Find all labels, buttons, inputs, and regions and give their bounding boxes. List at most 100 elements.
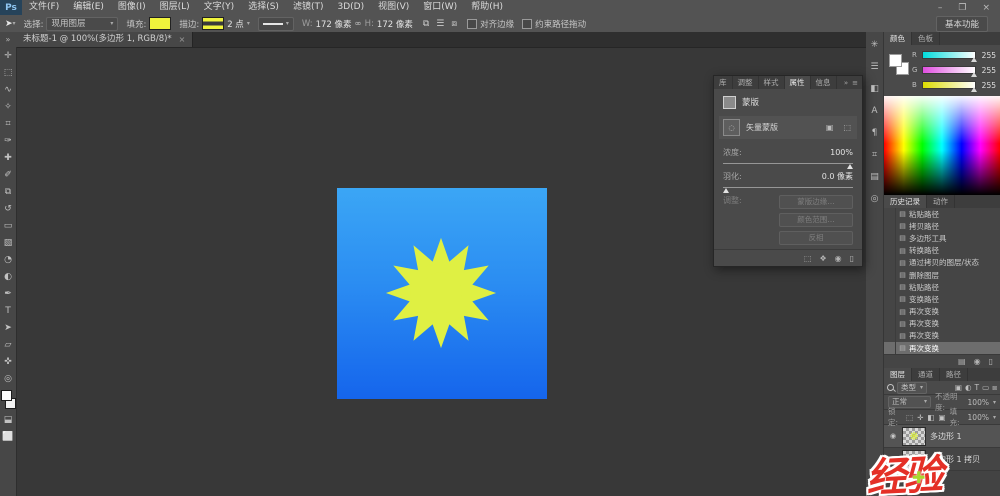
panel-tab[interactable]: 信息 <box>811 76 837 89</box>
menu-item[interactable]: 滤镜(T) <box>286 0 331 15</box>
zoom-tool[interactable]: ◎ <box>0 370 16 387</box>
tool-preset-caret[interactable]: ▾ <box>13 20 16 27</box>
blue-value[interactable]: 255 <box>980 81 996 90</box>
panel-tab[interactable]: 库 <box>714 76 733 89</box>
path-selection-tool[interactable]: ➤ <box>0 319 16 336</box>
eyedropper-tool[interactable]: ✑ <box>0 132 16 149</box>
stroke-style-dropdown[interactable]: ▾ <box>258 17 294 31</box>
history-source-well[interactable] <box>884 318 896 330</box>
mask-adjust-button[interactable]: 反相 <box>779 231 853 245</box>
width-value[interactable]: 172 像素 <box>316 18 352 30</box>
history-state-row[interactable]: ▤ 再次变换 <box>884 306 1000 318</box>
panel-tab[interactable]: 调整 <box>733 76 759 89</box>
filter-smart-object-icon[interactable]: ⧈ <box>992 383 997 393</box>
crop-tool[interactable]: ⌗ <box>0 115 16 132</box>
minimize-icon[interactable]: – <box>938 3 943 13</box>
link-dimensions-icon[interactable]: ∞ <box>355 19 362 29</box>
menu-item[interactable]: 图像(I) <box>111 0 153 15</box>
new-snapshot-icon[interactable]: ◉ <box>974 357 981 366</box>
lock-position-icon[interactable]: ◧ <box>927 413 934 422</box>
stroke-width-caret[interactable]: ▾ <box>247 20 250 27</box>
history-source-well[interactable] <box>884 257 896 269</box>
document-tab[interactable]: 未标题-1 @ 100%(多边形 1, RGB/8)* × <box>16 32 193 47</box>
menu-item[interactable]: 窗口(W) <box>416 0 464 15</box>
menu-item[interactable]: 视图(V) <box>371 0 416 15</box>
history-source-well[interactable] <box>884 342 896 354</box>
history-state-row[interactable]: ▤ 通过拷贝的图层/状态 <box>884 257 1000 269</box>
move-tool[interactable]: ✛ <box>0 47 16 64</box>
clone-source-icon[interactable]: ◧ <box>870 84 879 94</box>
measure-panel-icon[interactable]: ⌗ <box>872 150 877 160</box>
mask-visibility-icon[interactable]: ◉ <box>835 254 842 263</box>
adjustments-icon[interactable]: ✳ <box>871 40 879 50</box>
stroke-width-value[interactable]: 2 点 <box>227 18 244 30</box>
history-state-row[interactable]: ▤ 再次变换 <box>884 342 1000 354</box>
filter-shape-icon[interactable]: ▭ <box>982 383 989 393</box>
blur-tool[interactable]: ◔ <box>0 251 16 268</box>
marquee-tool[interactable]: ⬚ <box>0 64 16 81</box>
foreground-color-swatch[interactable] <box>1 390 12 401</box>
lasso-tool[interactable]: ∿ <box>0 81 16 98</box>
mask-adjust-button[interactable]: 颜色范围… <box>779 213 853 227</box>
character-panel-icon[interactable]: A <box>871 106 877 116</box>
constrain-path-checkbox[interactable] <box>522 19 532 29</box>
hand-tool[interactable]: ✜ <box>0 353 16 370</box>
history-source-well[interactable] <box>884 306 896 318</box>
panel-tab[interactable]: 图层 <box>884 368 912 381</box>
red-value[interactable]: 255 <box>980 51 996 60</box>
panel-tab[interactable]: 动作 <box>927 195 955 208</box>
menu-item[interactable]: 编辑(E) <box>66 0 111 15</box>
mask-adjust-button[interactable]: 蒙版边缘… <box>779 195 853 209</box>
quick-selection-tool[interactable]: ✧ <box>0 98 16 115</box>
fill-value[interactable]: 100% <box>968 413 989 422</box>
ps-logo[interactable]: Ps <box>0 0 22 15</box>
history-source-well[interactable] <box>884 232 896 244</box>
density-slider[interactable] <box>723 163 853 164</box>
panel-tab[interactable]: 色板 <box>912 32 940 45</box>
history-state-row[interactable]: ▤ 再次变换 <box>884 330 1000 342</box>
menu-item[interactable]: 3D(D) <box>330 0 371 15</box>
lock-pixels-icon[interactable]: ✛ <box>917 413 923 422</box>
history-state-row[interactable]: ▤ 再次变换 <box>884 318 1000 330</box>
brush-tool[interactable]: ✐ <box>0 166 16 183</box>
green-value[interactable]: 255 <box>980 66 996 75</box>
history-brush-tool[interactable]: ↺ <box>0 200 16 217</box>
history-source-well[interactable] <box>884 220 896 232</box>
active-tool-icon[interactable]: ➤ <box>5 19 13 29</box>
close-icon[interactable]: × <box>982 3 990 13</box>
history-source-well[interactable] <box>884 330 896 342</box>
menu-item[interactable]: 图层(L) <box>153 0 197 15</box>
workspace-switcher[interactable]: 基本功能 <box>936 16 988 32</box>
paragraph-panel-icon[interactable]: ¶ <box>872 128 878 138</box>
filter-adjustment-icon[interactable]: ◐ <box>965 383 972 393</box>
shape-tool[interactable]: ▱ <box>0 336 16 353</box>
feather-value[interactable]: 0.0 像素 <box>822 171 853 182</box>
menu-item[interactable]: 文件(F) <box>22 0 66 15</box>
menu-item[interactable]: 文字(Y) <box>197 0 242 15</box>
new-doc-from-state-icon[interactable]: ▤ <box>958 357 966 366</box>
panel-tab[interactable]: 路径 <box>940 368 968 381</box>
gradient-tool[interactable]: ▧ <box>0 234 16 251</box>
panel-tab[interactable]: 颜色 <box>884 32 912 45</box>
timeline-panel-icon[interactable]: ◎ <box>871 194 879 204</box>
vector-mask-row[interactable]: ◌ 矢量蒙版 ▣ ⬚ <box>719 116 857 139</box>
foreground-color-swatch[interactable] <box>889 54 902 67</box>
healing-brush-tool[interactable]: ✚ <box>0 149 16 166</box>
quick-mask-icon[interactable]: ⬓ <box>0 411 16 428</box>
fill-caret[interactable]: ▾ <box>993 414 996 421</box>
menu-item[interactable]: 选择(S) <box>241 0 286 15</box>
history-source-well[interactable] <box>884 281 896 293</box>
lock-all-icon[interactable]: ▣ <box>938 413 945 422</box>
align-edges-checkbox[interactable] <box>467 19 477 29</box>
delete-state-icon[interactable]: ▯ <box>989 357 993 366</box>
red-slider[interactable] <box>922 51 976 59</box>
foreground-background-swatches[interactable] <box>0 389 16 411</box>
menu-item[interactable]: 帮助(H) <box>464 0 510 15</box>
add-pixel-mask-icon[interactable]: ▣ <box>824 123 836 132</box>
history-state-row[interactable]: ▤ 变换路径 <box>884 293 1000 305</box>
history-state-row[interactable]: ▤ 转换路径 <box>884 245 1000 257</box>
screen-mode-icon[interactable]: ⬜ <box>0 428 16 445</box>
panel-tab[interactable]: 样式 <box>759 76 785 89</box>
select-mode-dropdown[interactable]: 现用图层 ▾ <box>46 17 118 31</box>
document-close-icon[interactable]: × <box>179 32 186 47</box>
